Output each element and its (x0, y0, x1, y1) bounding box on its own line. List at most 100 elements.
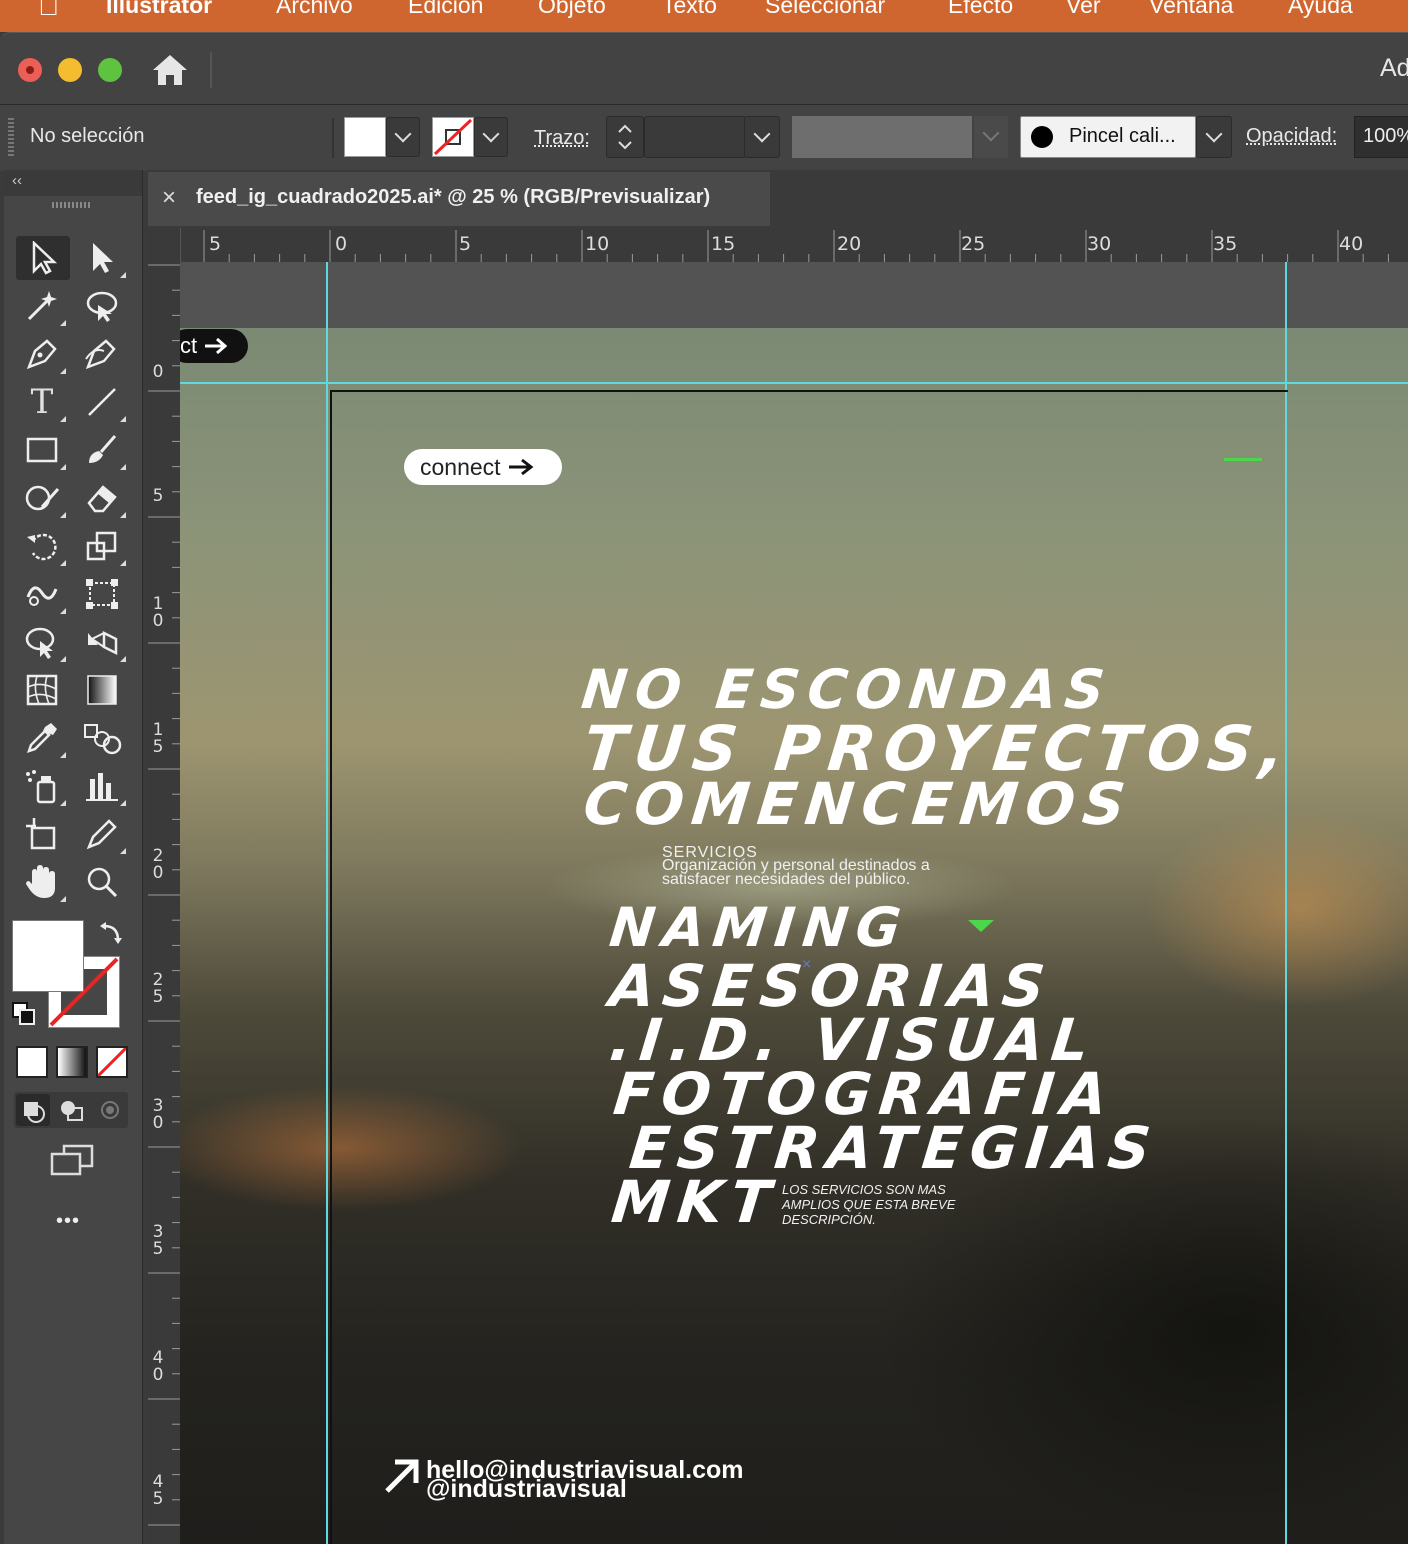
hruler-label: 5 (459, 233, 472, 255)
gradient-tool-icon[interactable] (82, 670, 122, 710)
connect-pill-text: connect (420, 453, 501, 480)
zoom-tool-icon[interactable] (82, 862, 122, 902)
tools-panel (4, 170, 143, 1544)
opacity-value: 100% (1363, 125, 1408, 147)
shape-builder-tool-icon[interactable] (22, 622, 66, 662)
stroke-weight-input[interactable] (644, 116, 746, 158)
chevron-down-icon (982, 124, 1000, 142)
horizontal-guide[interactable] (180, 382, 1408, 384)
brush-definition-field[interactable]: Pincel cali... (1020, 116, 1196, 158)
brush-dropdown[interactable] (1196, 116, 1232, 158)
color-mode-icon[interactable] (16, 1046, 48, 1078)
headline-line-3[interactable]: COMENCEMOS (580, 770, 1136, 838)
stroke-label[interactable]: Trazo: (534, 127, 590, 150)
opacity-input[interactable]: 100% (1354, 116, 1408, 158)
anchor-point-marker[interactable] (968, 920, 994, 932)
eyedropper-tool-icon[interactable] (22, 718, 66, 758)
menu-efecto[interactable]: Efecto (948, 0, 1013, 19)
menu-objeto[interactable]: Objeto (538, 0, 606, 19)
control-bar-grip[interactable] (8, 118, 14, 156)
draw-normal-icon[interactable] (16, 1094, 50, 1126)
opacity-label[interactable]: Opacidad: (1246, 125, 1337, 148)
stepper-arrows-icon (618, 124, 632, 150)
symbol-sprayer-tool-icon[interactable] (22, 766, 66, 806)
arrow-up-right-icon[interactable] (382, 1456, 422, 1496)
type-tool-icon[interactable]: T (22, 382, 66, 422)
variable-width-profile[interactable] (792, 116, 972, 158)
none-mode-icon[interactable] (96, 1046, 128, 1078)
hruler-label: 5 (209, 233, 222, 255)
screen-mode-icon[interactable] (50, 1144, 94, 1178)
stroke-swatch[interactable] (432, 117, 474, 157)
collapse-panel-icon[interactable]: ‹‹ (12, 172, 22, 189)
default-fill-stroke-icon[interactable] (12, 1002, 36, 1026)
arrow-right-icon (508, 458, 534, 476)
artboard-tool-icon[interactable] (22, 814, 62, 854)
lasso-tool-icon[interactable] (82, 286, 122, 326)
note-line-2[interactable]: AMPLIOS QUE ESTA BREVE (782, 1197, 955, 1212)
contact-handle[interactable]: @industriavisual (426, 1475, 627, 1504)
magic-wand-tool-icon[interactable] (22, 286, 66, 326)
fill-color-indicator[interactable] (12, 920, 84, 992)
ruler-origin[interactable] (146, 228, 181, 263)
profile-dropdown[interactable] (974, 116, 1008, 158)
service-naming[interactable]: NAMING (607, 896, 912, 959)
close-tab-icon[interactable]: × (162, 184, 176, 212)
swap-fill-stroke-icon[interactable] (100, 920, 124, 944)
connect-pill[interactable]: connect (404, 449, 562, 485)
menu-archivo[interactable]: Archivo (276, 0, 353, 19)
stroke-weight-dropdown[interactable] (744, 116, 780, 158)
gradient-mode-icon[interactable] (56, 1046, 88, 1078)
document-tab-title: feed_ig_cuadrado2025.ai* @ 25 % (RGB/Pre… (196, 186, 711, 208)
document-tab[interactable]: × feed_ig_cuadrado2025.ai* @ 25 % (RGB/P… (148, 172, 770, 226)
hand-tool-icon[interactable] (22, 862, 66, 902)
blend-tool-icon[interactable] (82, 718, 122, 758)
apple-menu-icon[interactable]:  (38, 0, 59, 22)
scale-tool-icon[interactable] (82, 526, 126, 566)
edit-toolbar-more-icon[interactable]: ••• (56, 1210, 80, 1233)
selected-object-marker[interactable] (1224, 458, 1262, 461)
draw-behind-icon[interactable] (54, 1094, 88, 1126)
services-desc-2[interactable]: satisfacer necesidades del público. (662, 872, 910, 888)
stroke-weight-stepper[interactable] (606, 116, 644, 158)
panel-grip[interactable] (52, 202, 92, 208)
rectangle-tool-icon[interactable] (22, 430, 66, 470)
mesh-tool-icon[interactable] (22, 670, 62, 710)
menu-app-name[interactable]: Illustrator (106, 0, 212, 19)
service-mkt[interactable]: MKT (608, 1168, 781, 1236)
stroke-dropdown[interactable] (474, 117, 508, 157)
fill-dropdown[interactable] (386, 117, 420, 157)
fill-swatch[interactable] (344, 117, 386, 157)
mac-menu-bar:  Illustrator Archivo Edición Objeto Tex… (0, 0, 1408, 32)
home-icon[interactable] (150, 52, 190, 88)
draw-inside-icon[interactable] (94, 1094, 128, 1126)
menu-seleccionar[interactable]: Seleccionar (765, 0, 885, 19)
pen-tool-icon[interactable] (22, 334, 66, 374)
close-window-button[interactable] (18, 58, 42, 82)
shaper-tool-icon[interactable] (22, 478, 66, 518)
direct-selection-tool-icon[interactable] (82, 238, 126, 278)
selection-tool-icon[interactable] (16, 236, 70, 280)
free-transform-tool-icon[interactable] (82, 574, 122, 614)
note-line-1[interactable]: LOS SERVICIOS SON MAS (782, 1182, 946, 1197)
perspective-grid-tool-icon[interactable] (82, 622, 126, 662)
document-canvas[interactable]: ct connect NO ESCONDAS TUS PROYECTOS, CO… (180, 262, 1408, 1544)
menu-ayuda[interactable]: Ayuda (1288, 0, 1353, 19)
zoom-window-button[interactable] (98, 58, 122, 82)
column-graph-tool-icon[interactable] (82, 766, 126, 806)
rotate-tool-icon[interactable] (22, 526, 66, 566)
slice-tool-icon[interactable] (82, 814, 126, 854)
warp-tool-icon[interactable] (22, 574, 66, 614)
note-line-3[interactable]: DESCRIPCIÓN. (782, 1212, 876, 1227)
vertical-guide[interactable] (326, 262, 328, 1544)
line-tool-icon[interactable] (82, 382, 126, 422)
minimize-window-button[interactable] (58, 58, 82, 82)
menu-ver[interactable]: Ver (1066, 0, 1101, 19)
paintbrush-tool-icon[interactable] (82, 430, 126, 470)
partial-connect-pill[interactable]: ct (180, 329, 248, 363)
menu-edicion[interactable]: Edición (408, 0, 483, 19)
menu-texto[interactable]: Texto (662, 0, 717, 19)
menu-ventana[interactable]: Ventana (1149, 0, 1233, 19)
curvature-tool-icon[interactable] (82, 334, 122, 374)
eraser-tool-icon[interactable] (82, 478, 126, 518)
